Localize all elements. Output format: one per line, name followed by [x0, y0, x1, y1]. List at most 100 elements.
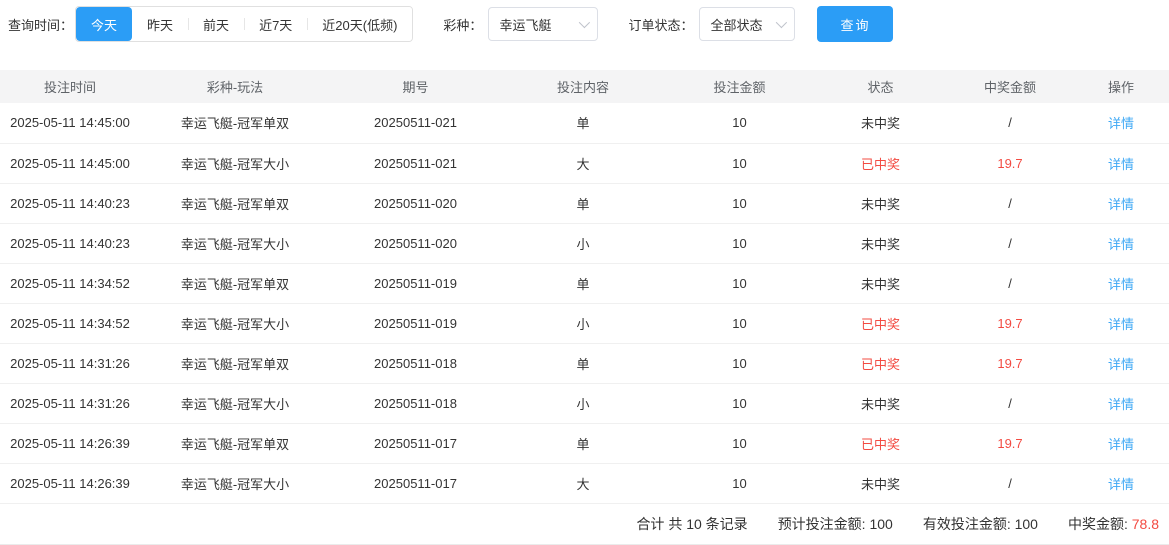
bet-content-cell: 大 — [501, 143, 665, 184]
bet-time-cell: 2025-05-11 14:26:39 — [0, 463, 140, 504]
bet-time-cell: 2025-05-11 14:34:52 — [0, 263, 140, 304]
lottery-play-cell: 幸运飞艇-冠军单双 — [140, 423, 330, 464]
bet-content-cell: 小 — [501, 383, 665, 424]
column-header: 投注时间 — [0, 70, 140, 103]
win-amount-cell: 19.7 — [947, 143, 1073, 184]
bet-time-cell: 2025-05-11 14:45:00 — [0, 103, 140, 144]
lottery-type-select[interactable]: 幸运飞艇 — [488, 7, 599, 41]
column-header: 状态 — [814, 70, 947, 103]
status-cell: 未中奖 — [814, 223, 947, 264]
lottery-play-cell: 幸运飞艇-冠军单双 — [140, 343, 330, 384]
status-cell: 未中奖 — [814, 263, 947, 304]
column-header: 中奖金额 — [947, 70, 1073, 103]
status-cell: 未中奖 — [814, 183, 947, 224]
detail-link[interactable]: 详情 — [1108, 277, 1134, 292]
status-cell: 已中奖 — [814, 343, 947, 384]
action-cell: 详情 — [1073, 303, 1169, 344]
table-row: 2025-05-11 14:40:23 幸运飞艇-冠军单双 20250511-0… — [0, 183, 1169, 224]
valid-bet-amount: 有效投注金额: 100 — [922, 515, 1038, 532]
status-cell: 已中奖 — [814, 423, 947, 464]
detail-link[interactable]: 详情 — [1108, 357, 1134, 372]
column-header: 投注金额 — [665, 70, 814, 103]
table-header-row: 投注时间 彩种-玩法 期号 投注内容 投注金额 状态 中奖金额 操作 — [0, 70, 1169, 103]
record-count: 合计 共 10 条记录 — [636, 515, 748, 532]
table-row: 2025-05-11 14:31:26 幸运飞艇-冠军单双 20250511-0… — [0, 343, 1169, 384]
lottery-play-cell: 幸运飞艇-冠军大小 — [140, 463, 330, 504]
win-amount-cell: / — [947, 463, 1073, 504]
chevron-down-icon — [776, 16, 788, 29]
bet-time-cell: 2025-05-11 14:40:23 — [0, 183, 140, 224]
bet-amount-cell: 10 — [665, 103, 814, 144]
detail-link[interactable]: 详情 — [1108, 477, 1134, 492]
win-amount-cell: 19.7 — [947, 303, 1073, 344]
time-filter-option-1[interactable]: 昨天 — [132, 7, 189, 41]
lottery-play-cell: 幸运飞艇-冠军大小 — [140, 223, 330, 264]
time-filter-option-2[interactable]: 前天 — [188, 7, 245, 41]
table-body: 2025-05-11 14:45:00 幸运飞艇-冠军单双 20250511-0… — [0, 103, 1169, 504]
time-filter-label: 查询时间： — [8, 17, 74, 33]
status-cell: 已中奖 — [814, 143, 947, 184]
detail-link[interactable]: 详情 — [1108, 317, 1134, 332]
detail-link[interactable]: 详情 — [1108, 157, 1134, 172]
lottery-play-cell: 幸运飞艇-冠军单双 — [140, 183, 330, 224]
bet-time-cell: 2025-05-11 14:34:52 — [0, 303, 140, 344]
time-filter-option-0[interactable]: 今天 — [76, 7, 133, 41]
action-cell: 详情 — [1073, 463, 1169, 504]
table-row: 2025-05-11 14:34:52 幸运飞艇-冠军单双 20250511-0… — [0, 263, 1169, 304]
bet-amount-cell: 10 — [665, 223, 814, 264]
detail-link[interactable]: 详情 — [1108, 197, 1134, 212]
bet-amount-cell: 10 — [665, 183, 814, 224]
table-row: 2025-05-11 14:26:39 幸运飞艇-冠军单双 20250511-0… — [0, 423, 1169, 464]
win-amount-cell: / — [947, 103, 1073, 144]
bet-content-cell: 小 — [501, 303, 665, 344]
action-cell: 详情 — [1073, 143, 1169, 184]
bet-amount-cell: 10 — [665, 343, 814, 384]
win-amount-total: 中奖金额: 78.8 — [1067, 515, 1159, 532]
bet-amount-cell: 10 — [665, 463, 814, 504]
table-row: 2025-05-11 14:26:39 幸运飞艇-冠军大小 20250511-0… — [0, 463, 1169, 504]
issue-number-cell: 20250511-021 — [330, 103, 501, 144]
order-status-select[interactable]: 全部状态 — [699, 7, 796, 41]
expected-bet-value: 100 — [869, 515, 893, 532]
column-header: 期号 — [330, 70, 501, 103]
table-row: 2025-05-11 14:31:26 幸运飞艇-冠军大小 20250511-0… — [0, 383, 1169, 424]
lottery-play-cell: 幸运飞艇-冠军大小 — [140, 383, 330, 424]
bet-time-cell: 2025-05-11 14:40:23 — [0, 223, 140, 264]
issue-number-cell: 20250511-021 — [330, 143, 501, 184]
bet-time-cell: 2025-05-11 14:26:39 — [0, 423, 140, 464]
filter-bar: 查询时间： 今天 昨天 前天 近7天 近20天(低频) 彩种： 幸运飞艇 订单状… — [0, 0, 1169, 48]
win-amount-cell: / — [947, 183, 1073, 224]
bet-amount-cell: 10 — [665, 423, 814, 464]
action-cell: 详情 — [1073, 183, 1169, 224]
orders-table: 投注时间 彩种-玩法 期号 投注内容 投注金额 状态 中奖金额 操作 2025-… — [0, 70, 1169, 504]
search-button[interactable]: 查询 — [817, 6, 894, 42]
table-row: 2025-05-11 14:40:23 幸运飞艇-冠军大小 20250511-0… — [0, 223, 1169, 264]
bet-content-cell: 单 — [501, 263, 665, 304]
detail-link[interactable]: 详情 — [1108, 116, 1134, 131]
column-header: 操作 — [1073, 70, 1169, 103]
table-row: 2025-05-11 14:45:00 幸运飞艇-冠军单双 20250511-0… — [0, 103, 1169, 144]
action-cell: 详情 — [1073, 263, 1169, 304]
action-cell: 详情 — [1073, 103, 1169, 144]
time-filter-option-4[interactable]: 近20天(低频) — [307, 7, 413, 41]
lottery-type-label: 彩种： — [443, 17, 483, 33]
bet-content-cell: 单 — [501, 103, 665, 144]
table-row: 2025-05-11 14:34:52 幸运飞艇-冠军大小 20250511-0… — [0, 303, 1169, 344]
time-filter-option-3[interactable]: 近7天 — [244, 7, 308, 41]
lottery-play-cell: 幸运飞艇-冠军大小 — [140, 303, 330, 344]
table-row: 2025-05-11 14:45:00 幸运飞艇-冠军大小 20250511-0… — [0, 143, 1169, 184]
detail-link[interactable]: 详情 — [1108, 237, 1134, 252]
lottery-play-cell: 幸运飞艇-冠军大小 — [140, 143, 330, 184]
win-amount-cell: 19.7 — [947, 423, 1073, 464]
column-header: 投注内容 — [501, 70, 665, 103]
win-amount-cell: / — [947, 223, 1073, 264]
detail-link[interactable]: 详情 — [1108, 437, 1134, 452]
column-header: 彩种-玩法 — [140, 70, 330, 103]
bet-amount-cell: 10 — [665, 383, 814, 424]
win-amount-cell: 19.7 — [947, 343, 1073, 384]
order-status-label: 订单状态： — [628, 17, 694, 33]
issue-number-cell: 20250511-019 — [330, 303, 501, 344]
detail-link[interactable]: 详情 — [1108, 397, 1134, 412]
action-cell: 详情 — [1073, 343, 1169, 384]
expected-bet-amount: 预计投注金额: 100 — [777, 515, 893, 532]
